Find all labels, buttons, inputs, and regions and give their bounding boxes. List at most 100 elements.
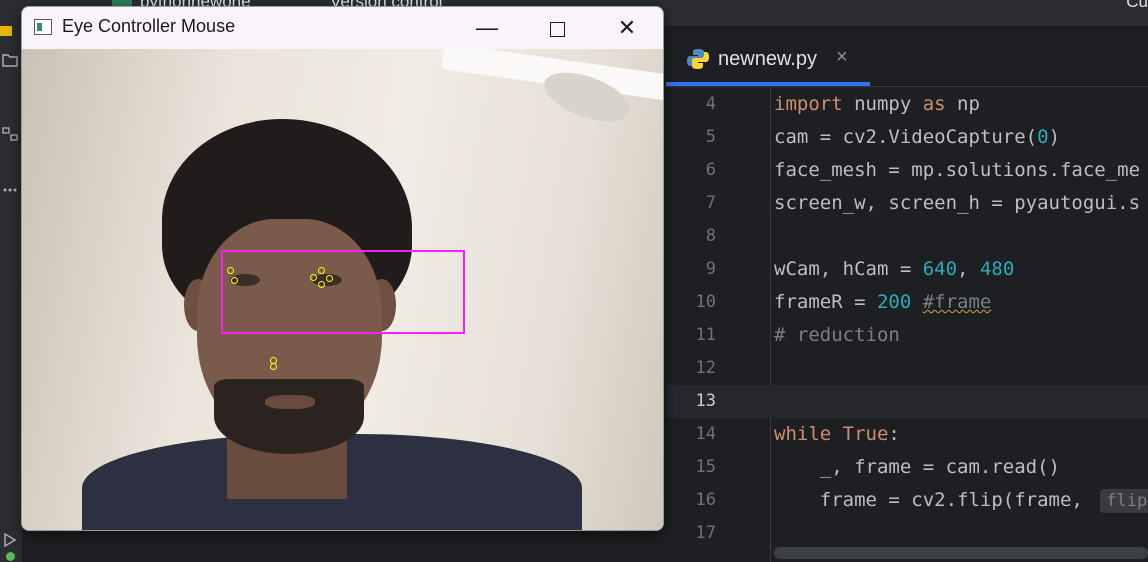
code-line[interactable]: 10 frameR = 200 #frame xyxy=(666,286,1148,319)
eye-region-box xyxy=(221,250,465,334)
maximize-button[interactable] xyxy=(522,7,592,49)
landmark-point xyxy=(310,274,317,281)
ide-logo-icon xyxy=(0,26,12,36)
code-text[interactable]: wCam, hCam = 640, 480 xyxy=(774,253,1014,286)
line-number: 12 xyxy=(695,358,716,378)
code-token: _, frame = cam.read() xyxy=(774,456,1060,478)
code-token: 640 xyxy=(922,258,958,280)
structure-icon[interactable] xyxy=(2,126,18,142)
code-token: # reduction xyxy=(774,324,900,346)
run-icon[interactable] xyxy=(2,532,18,548)
code-token: np xyxy=(945,93,980,115)
code-token: while xyxy=(774,423,832,445)
code-text[interactable]: frame = cv2.flip(frame, flip xyxy=(774,484,1148,517)
landmark-point xyxy=(318,281,325,288)
close-button[interactable]: ✕ xyxy=(592,7,662,49)
code-token: : xyxy=(888,423,900,445)
code-token: frameR = xyxy=(774,291,877,313)
code-line[interactable]: 14 while True: xyxy=(666,418,1148,451)
code-token: screen_w, screen_h = pyautogui.s xyxy=(774,192,1141,214)
line-number: 4 xyxy=(705,94,716,114)
code-line[interactable]: 8 xyxy=(666,220,1148,253)
tab-filename: newnew.py xyxy=(718,48,817,70)
code-line[interactable]: 6 face_mesh = mp.solutions.face_me xyxy=(666,154,1148,187)
line-number: 6 xyxy=(705,160,716,180)
code-editor[interactable]: 4 import numpy as np 5 cam = cv2.VideoCaptu… xyxy=(666,88,1148,562)
code-line[interactable]: 17 xyxy=(666,517,1148,550)
maximize-icon xyxy=(549,21,565,37)
window-titlebar[interactable]: Eye Controller Mouse — ✕ xyxy=(22,7,663,49)
more-icon[interactable] xyxy=(2,182,18,198)
tab-close-icon[interactable]: × xyxy=(836,46,848,69)
landmark-point xyxy=(231,277,238,284)
code-token: face_mesh = mp.solutions.face_me xyxy=(774,159,1141,181)
window-title: Eye Controller Mouse xyxy=(62,16,236,36)
code-line[interactable]: 12 xyxy=(666,352,1148,385)
tab-divider xyxy=(666,86,1148,87)
run-status-dot xyxy=(6,552,15,561)
code-token: 200 xyxy=(876,291,912,313)
parameter-hint: flip xyxy=(1100,489,1148,513)
code-token: numpy xyxy=(842,93,923,115)
beard xyxy=(214,379,364,454)
tab-newnew-py[interactable]: newnew.py × xyxy=(666,42,870,86)
minimize-icon: — xyxy=(476,15,498,40)
code-text[interactable]: cam = cv2.VideoCapture(0) xyxy=(774,121,1060,154)
webcam-feed xyxy=(22,49,663,530)
line-number: 9 xyxy=(705,259,716,279)
landmark-point xyxy=(227,267,234,274)
code-token: ) xyxy=(1048,126,1061,148)
line-number: 13 xyxy=(695,391,716,411)
code-line[interactable]: 11 # reduction xyxy=(666,319,1148,352)
line-number: 15 xyxy=(695,457,716,477)
code-token: frame = cv2.flip(frame, xyxy=(774,489,1095,511)
minimize-button[interactable]: — xyxy=(452,7,522,49)
code-token: wCam, hCam = xyxy=(774,258,923,280)
code-text[interactable]: _, frame = cam.read() xyxy=(774,451,1060,484)
landmark-point xyxy=(326,275,333,282)
code-text[interactable]: # reduction xyxy=(774,319,900,352)
landmark-point xyxy=(318,267,325,274)
folder-icon[interactable] xyxy=(2,52,18,68)
code-token: , xyxy=(957,258,980,280)
code-text[interactable]: frameR = 200 #frame xyxy=(774,286,991,319)
ide-left-toolbar xyxy=(0,26,22,562)
line-number: 8 xyxy=(705,226,716,246)
eye-controller-window[interactable]: Eye Controller Mouse — ✕ xyxy=(21,6,664,531)
code-line[interactable]: 16 frame = cv2.flip(frame, flip xyxy=(666,484,1148,517)
code-token: True xyxy=(842,423,889,445)
code-line[interactable]: 4 import numpy as np xyxy=(666,88,1148,121)
top-right-label[interactable]: Cu xyxy=(1126,0,1148,12)
code-token: 0 xyxy=(1037,126,1049,148)
landmark-point xyxy=(270,363,277,370)
code-line[interactable]: 15 _, frame = cam.read() xyxy=(666,451,1148,484)
code-line[interactable]: 13 xyxy=(666,385,1148,418)
line-number: 16 xyxy=(695,490,716,510)
code-text[interactable]: import numpy as np xyxy=(774,88,980,121)
editor-tab-bar: newnew.py × xyxy=(666,26,1148,88)
python-file-icon xyxy=(686,48,710,70)
line-number: 11 xyxy=(695,325,716,345)
code-token: as xyxy=(922,93,946,115)
line-number: 10 xyxy=(695,292,716,312)
code-text[interactable]: while True: xyxy=(774,418,900,451)
code-text[interactable]: screen_w, screen_h = pyautogui.s xyxy=(774,187,1140,220)
code-line[interactable]: 7 screen_w, screen_h = pyautogui.s xyxy=(666,187,1148,220)
line-number: 17 xyxy=(695,523,716,543)
close-icon: ✕ xyxy=(617,15,637,40)
mouth xyxy=(265,395,315,409)
code-line[interactable]: 9 wCam, hCam = 640, 480 xyxy=(666,253,1148,286)
code-token: 480 xyxy=(979,258,1015,280)
line-number: 7 xyxy=(705,193,716,213)
line-number: 5 xyxy=(705,127,716,147)
window-app-icon xyxy=(34,19,52,35)
code-token: cam = cv2.VideoCapture( xyxy=(774,126,1038,148)
line-number: 14 xyxy=(695,424,716,444)
code-token: import xyxy=(774,93,843,115)
code-token: #frame xyxy=(922,291,992,313)
code-text[interactable]: face_mesh = mp.solutions.face_me xyxy=(774,154,1140,187)
horizontal-scrollbar[interactable] xyxy=(774,547,1148,559)
code-line[interactable]: 5 cam = cv2.VideoCapture(0) xyxy=(666,121,1148,154)
